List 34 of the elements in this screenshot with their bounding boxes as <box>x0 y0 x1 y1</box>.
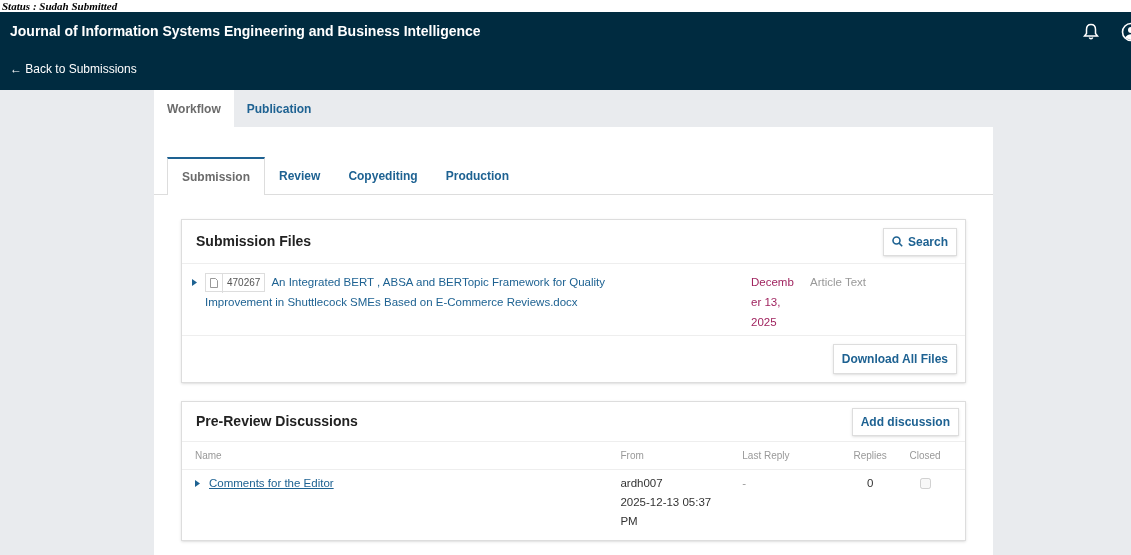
last-reply: - <box>742 477 747 489</box>
from-user: ardh007 <box>620 476 664 491</box>
document-icon <box>210 277 218 288</box>
file-date: December 13, 2025 <box>751 275 795 330</box>
expand-arrow-icon[interactable] <box>195 480 200 487</box>
bell-icon[interactable] <box>1083 23 1099 41</box>
page-caption: Status : Sudah Submitted <box>2 0 118 12</box>
tab[interactable]: Workflow <box>154 90 234 127</box>
column-header: Last Reply <box>742 449 791 463</box>
column-header: Closed <box>908 449 942 463</box>
tab[interactable]: Production <box>431 157 524 194</box>
replies-count: 0 <box>866 477 874 489</box>
user-avatar-icon[interactable] <box>1121 22 1131 42</box>
discussion-link[interactable]: Comments for the Editor <box>209 474 334 493</box>
from-date: 2025-12-13 05:37 PM <box>620 495 713 529</box>
tab[interactable]: Submission <box>167 157 265 195</box>
file-name-link[interactable]: 470267 An Integrated BERT , ABSA and BERTopic Framework for Quality Improvement in Shuttlecock SMEs Based on E-Commerce Reviews.docx <box>205 272 655 331</box>
expand-arrow-icon[interactable] <box>192 279 197 286</box>
column-header: Replies <box>852 449 888 463</box>
journal-title: Journal of Information Systems Engineering and Business Intelligence <box>10 22 481 40</box>
search-icon <box>891 236 903 247</box>
file-type: Article Text <box>810 275 867 290</box>
search-button[interactable]: Search <box>882 227 957 256</box>
tab[interactable]: Copyediting <box>334 157 432 194</box>
download-all-button[interactable]: Download All Files <box>832 344 957 374</box>
column-header: From <box>620 449 645 463</box>
file-id-badge: 470267 <box>205 273 266 293</box>
tab[interactable]: Review <box>265 157 335 194</box>
column-header: Name <box>195 449 223 463</box>
section-title: Pre-Review Discussions <box>196 412 358 431</box>
back-link[interactable]: ← Back to Submissions <box>10 60 137 78</box>
section-title: Submission Files <box>196 232 312 251</box>
add-discussion-button[interactable]: Add discussion <box>851 407 959 436</box>
tab[interactable]: Publication <box>233 90 325 127</box>
